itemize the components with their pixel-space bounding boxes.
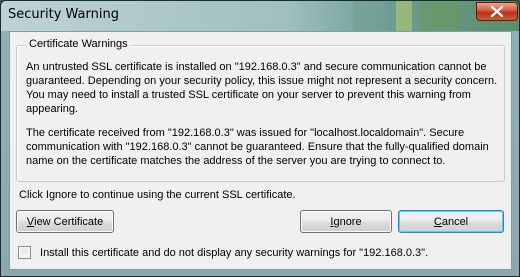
warning-paragraph-untrusted: An untrusted SSL certificate is installe… <box>26 61 498 115</box>
titlebar-decoration <box>353 1 379 31</box>
install-certificate-label[interactable]: Install this certificate and do not disp… <box>40 247 428 259</box>
instruction-text: Click Ignore to continue using the curre… <box>19 189 296 201</box>
view-certificate-button[interactable]: View Certificate <box>16 210 114 233</box>
window-title: Security Warning <box>8 7 119 22</box>
ignore-label: gnore <box>333 215 362 228</box>
titlebar-decoration <box>419 1 459 31</box>
security-warning-dialog: Security Warning Certificate Warnings An… <box>0 0 520 277</box>
install-certificate-option[interactable]: Install this certificate and do not disp… <box>18 246 428 259</box>
warning-paragraph-name-mismatch: The certificate received from "192.168.0… <box>26 127 489 167</box>
group-legend: Certificate Warnings <box>26 38 131 50</box>
certificate-warnings-group: Certificate Warnings An untrusted SSL ce… <box>16 38 505 182</box>
view-certificate-label: iew Certificate <box>34 215 104 228</box>
close-icon <box>491 6 503 17</box>
titlebar-decoration <box>396 1 412 31</box>
ignore-button[interactable]: Ignore <box>300 210 392 233</box>
dialog-body: Certificate Warnings An untrusted SSL ce… <box>9 31 512 270</box>
install-certificate-checkbox[interactable] <box>18 246 31 259</box>
close-button[interactable] <box>476 2 518 21</box>
cancel-button[interactable]: Cancel <box>398 210 504 233</box>
view-certificate-mnemonic: V <box>26 215 35 228</box>
cancel-label: ancel <box>441 215 469 228</box>
install-certificate-label-text: nstall this certificate and do not displ… <box>43 246 429 259</box>
cancel-mnemonic: C <box>433 215 442 228</box>
title-bar[interactable]: Security Warning <box>1 1 519 31</box>
